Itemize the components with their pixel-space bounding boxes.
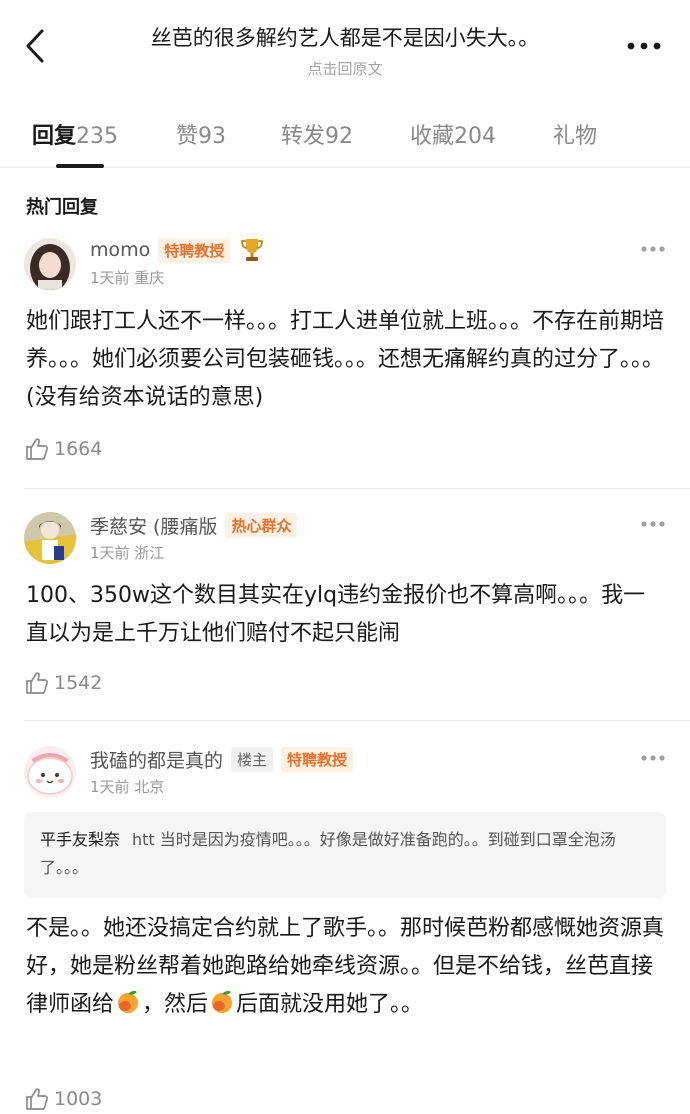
comment-meta: 1天前 北京 [90,778,165,796]
user-info: momo 特聘教授 [90,236,264,264]
comment-meta: 1天前 浙江 [90,544,165,562]
tab-favorites[interactable]: 收藏204 [410,118,496,150]
thumbs-up-icon [26,1088,48,1110]
like-count: 1542 [54,672,103,694]
like-count: 1664 [54,438,103,460]
like-button[interactable]: 1664 [24,436,102,462]
page-title: 丝芭的很多解约艺人都是不是因小失大。。 [150,26,540,50]
comment-text-part: ，然后 [142,992,209,1017]
divider [24,488,690,489]
active-tab-indicator [56,164,104,168]
quoted-text: htt 当时是因为疫情吧。。。好像是做好准备跑的。。到碰到口罩全泡汤了。。。 [40,830,616,877]
tab-bar: 回复235 赞93 转发92 收藏204 礼物 [0,110,690,168]
more-dots-icon[interactable] [640,754,666,762]
username[interactable]: 我磕的都是真的 [90,746,223,773]
thumbs-up-icon [26,438,48,460]
tab-label: 转发 [281,124,326,149]
tab-label: 收藏 [410,124,455,149]
thumbs-up-icon [26,672,48,694]
comment-text: 不是。。她还没搞定合约就上了歌手。。那时候芭粉都感慨她资源真好，她是粉丝帮着她跑… [26,910,666,1024]
mango-emoji [212,990,233,1013]
comment-text: 她们跟打工人还不一样。。。打工人进单位就上班。。。不存在前期培养。。。她们必须要… [26,309,665,410]
quoted-reply[interactable]: 平手友梨奈 htt 当时是因为疫情吧。。。好像是做好准备跑的。。到碰到口罩全泡汤了… [24,812,666,898]
like-button[interactable]: 1542 [24,670,102,696]
tab-reposts[interactable]: 转发92 [281,118,353,150]
avatar[interactable] [24,512,76,564]
badge-tag: 特聘教授 [281,746,354,772]
tab-likes[interactable]: 赞93 [176,118,226,150]
like-button[interactable]: 1003 [24,1086,102,1112]
quoted-username[interactable]: 平手友梨奈 [40,830,120,849]
badge-tag: 楼主 [231,746,274,772]
tab-count: 93 [198,124,227,149]
comment-meta: 1天前 重庆 [90,269,165,287]
trophy-icon [241,239,264,261]
comment-text: 100、350w这个数目其实在ylq违约金报价也不算高啊。。。我一直以为是上千万… [26,583,646,646]
tab-label: 赞 [176,124,199,149]
tab-gifts[interactable]: 礼物 [553,118,597,150]
more-dots-icon[interactable] [626,40,662,52]
chevron-left-icon[interactable] [22,28,52,64]
tab-count: 235 [76,124,119,149]
username[interactable]: momo [90,239,150,261]
username[interactable]: 季慈安 (腰痛版 [90,512,217,539]
avatar[interactable] [24,238,76,290]
badge-tag: 特聘教授 [158,237,231,263]
tab-count: 92 [325,124,354,149]
section-title: 热门回复 [26,197,98,218]
tab-label: 回复 [32,124,77,149]
more-dots-icon[interactable] [640,245,666,253]
mango-emoji [118,990,139,1013]
divider [24,720,690,721]
comment-text-part: 后面就没用她了。。 [236,992,424,1017]
tab-count: 204 [454,124,497,149]
tab-replies[interactable]: 回复235 [32,118,118,150]
more-dots-icon[interactable] [640,520,666,528]
avatar[interactable] [24,746,76,798]
badge-tag: 热心群众 [225,512,298,538]
like-count: 1003 [54,1088,103,1110]
back-to-original-link[interactable]: 点击回原文 [90,58,600,79]
title-block[interactable]: 丝芭的很多解约艺人都是不是因小失大。。 点击回原文 [90,22,600,79]
tab-label: 礼物 [553,124,598,149]
top-nav-bar: 丝芭的很多解约艺人都是不是因小失大。。 点击回原文 [0,0,690,90]
user-info: 我磕的都是真的 楼主 特聘教授 [90,745,354,773]
user-info: 季慈安 (腰痛版 热心群众 [90,511,298,539]
